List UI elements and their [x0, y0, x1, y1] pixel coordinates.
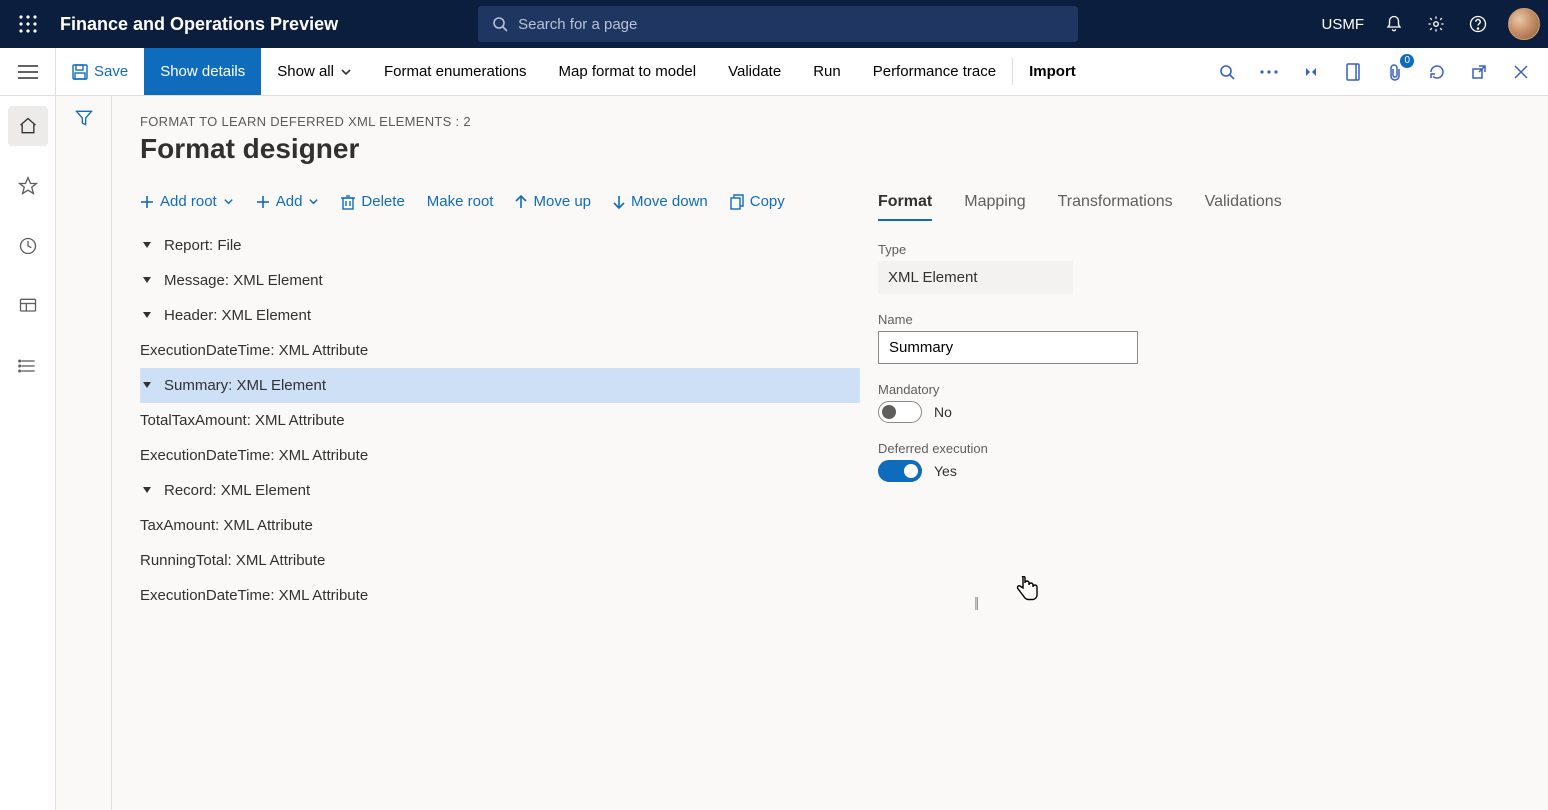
filter-column [56, 96, 112, 810]
tab-validations[interactable]: Validations [1205, 193, 1282, 221]
attachments-icon[interactable]: 0 [1374, 48, 1416, 96]
format-enumerations-button[interactable]: Format enumerations [368, 48, 543, 95]
tree-node-runningtotal[interactable]: RunningTotal: XML Attribute [140, 543, 860, 578]
tree-node-record[interactable]: Record: XML Element [140, 473, 860, 508]
page-title: Format designer [140, 133, 1520, 165]
search-icon [492, 16, 508, 32]
command-bar: Save Show details Show all Format enumer… [0, 48, 1548, 96]
chevron-down-icon [340, 66, 352, 78]
breadcrumb: FORMAT TO LEARN DEFERRED XML ELEMENTS : … [140, 114, 1520, 129]
tree-node-taxamount[interactable]: TaxAmount: XML Attribute [140, 508, 860, 543]
tree-node-header[interactable]: Header: XML Element [140, 298, 860, 333]
gear-icon[interactable] [1424, 12, 1448, 36]
tree-toolbar: Add root Add Delete Make root [140, 193, 860, 210]
save-button[interactable]: Save [56, 48, 144, 95]
splitter-handle[interactable]: || [974, 594, 977, 610]
performance-trace-button[interactable]: Performance trace [857, 48, 1012, 95]
chevron-down-icon [223, 196, 234, 207]
arrow-down-icon [613, 195, 625, 209]
plus-icon [256, 195, 270, 209]
name-label: Name [878, 312, 1520, 327]
tree-node-summary[interactable]: Summary: XML Element [140, 368, 860, 403]
save-label: Save [94, 63, 128, 80]
popout-icon[interactable] [1458, 48, 1500, 96]
close-icon[interactable] [1500, 48, 1542, 96]
workspaces-icon[interactable] [8, 286, 48, 326]
left-nav-rail [0, 96, 56, 810]
tree-node-message[interactable]: Message: XML Element [140, 263, 860, 298]
company-label[interactable]: USMF [1322, 16, 1365, 33]
connector-icon[interactable] [1290, 48, 1332, 96]
format-tree: Report: File Message: XML Element Header… [140, 228, 860, 613]
show-all-button[interactable]: Show all [261, 48, 368, 95]
brand-title: Finance and Operations Preview [60, 14, 338, 35]
copy-icon [730, 194, 744, 210]
attachments-badge: 0 [1400, 54, 1414, 68]
mandatory-toggle[interactable] [878, 401, 922, 423]
arrow-up-icon [515, 195, 527, 209]
mandatory-label: Mandatory [878, 382, 1520, 397]
bell-icon[interactable] [1382, 12, 1406, 36]
deferred-value: Yes [934, 463, 957, 479]
chevron-down-icon [308, 196, 319, 207]
run-button[interactable]: Run [797, 48, 857, 95]
move-down-button[interactable]: Move down [613, 193, 708, 210]
property-tabs: Format Mapping Transformations Validatio… [878, 193, 1520, 222]
tree-node-exec1[interactable]: ExecutionDateTime: XML Attribute [140, 333, 860, 368]
avatar[interactable] [1508, 8, 1540, 40]
global-search[interactable]: Search for a page [478, 6, 1078, 42]
tab-mapping[interactable]: Mapping [964, 193, 1025, 221]
map-format-button[interactable]: Map format to model [543, 48, 713, 95]
import-button[interactable]: Import [1013, 48, 1092, 95]
tree-node-exec2[interactable]: ExecutionDateTime: XML Attribute [140, 438, 860, 473]
add-button[interactable]: Add [256, 193, 320, 210]
favorites-icon[interactable] [8, 166, 48, 206]
tree-node-report[interactable]: Report: File [140, 228, 860, 263]
save-icon [72, 64, 88, 80]
copy-button[interactable]: Copy [730, 193, 785, 210]
help-icon[interactable] [1466, 12, 1490, 36]
filter-icon[interactable] [74, 108, 94, 810]
deferred-label: Deferred execution [878, 441, 1520, 456]
office-icon[interactable] [1332, 48, 1374, 96]
more-icon[interactable] [1248, 48, 1290, 96]
type-label: Type [878, 242, 1520, 257]
waffle-icon[interactable] [8, 4, 48, 44]
top-navbar: Finance and Operations Preview Search fo… [0, 0, 1548, 48]
delete-button[interactable]: Delete [341, 193, 404, 210]
recent-icon[interactable] [8, 226, 48, 266]
move-up-button[interactable]: Move up [515, 193, 591, 210]
tab-transformations[interactable]: Transformations [1058, 193, 1173, 221]
refresh-icon[interactable] [1416, 48, 1458, 96]
modules-icon[interactable] [8, 346, 48, 386]
tree-node-totaltax[interactable]: TotalTaxAmount: XML Attribute [140, 403, 860, 438]
mandatory-value: No [934, 404, 952, 420]
type-value: XML Element [878, 261, 1073, 294]
search-placeholder: Search for a page [518, 16, 637, 33]
navpane-toggle-icon[interactable] [0, 48, 56, 95]
find-icon[interactable] [1206, 48, 1248, 96]
trash-icon [341, 194, 355, 210]
add-root-button[interactable]: Add root [140, 193, 234, 210]
tree-node-exec3[interactable]: ExecutionDateTime: XML Attribute [140, 578, 860, 613]
validate-button[interactable]: Validate [712, 48, 797, 95]
show-details-button[interactable]: Show details [144, 48, 261, 95]
tab-format[interactable]: Format [878, 193, 932, 221]
make-root-button[interactable]: Make root [427, 193, 494, 210]
name-input[interactable] [878, 331, 1138, 364]
deferred-toggle[interactable] [878, 460, 922, 482]
home-icon[interactable] [8, 106, 48, 146]
main-content: FORMAT TO LEARN DEFERRED XML ELEMENTS : … [112, 96, 1548, 810]
plus-icon [140, 195, 154, 209]
